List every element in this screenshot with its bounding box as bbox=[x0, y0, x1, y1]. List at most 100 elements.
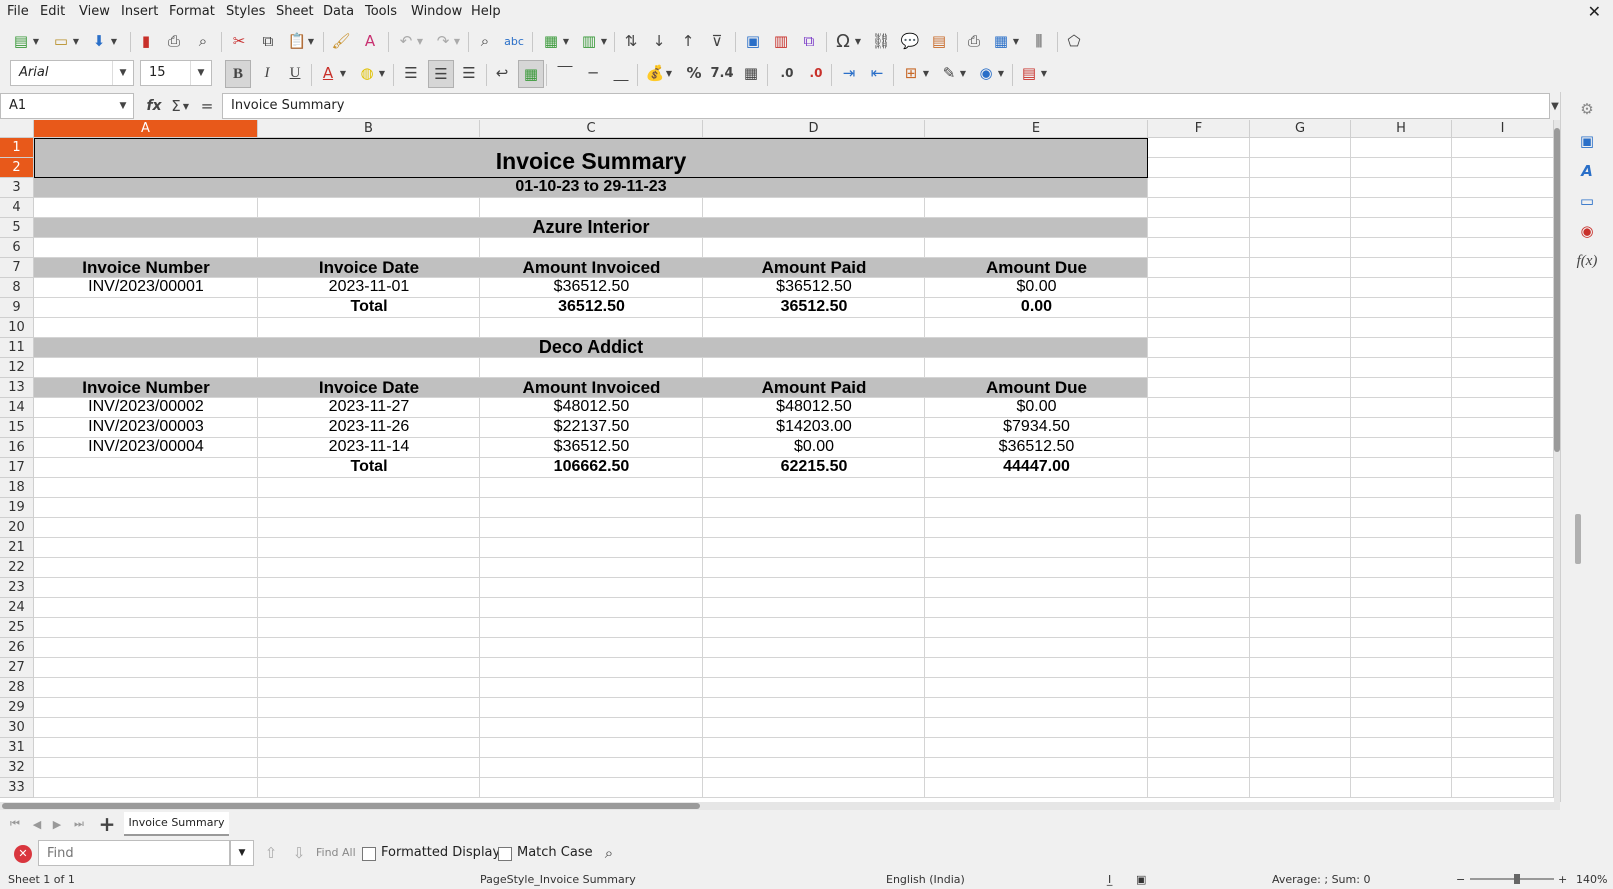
grid-cell[interactable] bbox=[1250, 258, 1351, 278]
grid-cell[interactable] bbox=[703, 498, 925, 518]
grid-cell[interactable] bbox=[258, 618, 480, 638]
grid-cell[interactable] bbox=[1148, 578, 1250, 598]
grid-cell[interactable] bbox=[34, 498, 258, 518]
grid-cell[interactable] bbox=[1148, 418, 1250, 438]
grid-cell[interactable] bbox=[925, 698, 1148, 718]
grid-cell[interactable] bbox=[1148, 618, 1250, 638]
grid-cell[interactable] bbox=[1452, 398, 1554, 418]
grid-cell[interactable] bbox=[1250, 678, 1351, 698]
align-center-icon[interactable]: ☰ bbox=[428, 60, 454, 88]
show-draw-functions-icon[interactable]: ⬠ bbox=[1063, 30, 1085, 52]
column-header-i[interactable]: I bbox=[1452, 120, 1554, 138]
merge-center-icon[interactable]: ▦ bbox=[518, 60, 544, 88]
grid-cell[interactable] bbox=[1148, 218, 1250, 238]
grid-cell[interactable] bbox=[1351, 198, 1452, 218]
grid-cell[interactable] bbox=[1250, 518, 1351, 538]
grid-cell[interactable] bbox=[1250, 298, 1351, 318]
functions-icon[interactable]: f(x) bbox=[1576, 250, 1598, 272]
grid-cell[interactable] bbox=[1250, 578, 1351, 598]
chevron-down-icon[interactable]: ▼ bbox=[112, 61, 133, 85]
grid-cell[interactable] bbox=[1148, 318, 1250, 338]
find-all-button[interactable]: Find All bbox=[316, 846, 356, 859]
grid-cell[interactable] bbox=[1452, 318, 1554, 338]
grid-cell[interactable] bbox=[1452, 498, 1554, 518]
grid-cell[interactable] bbox=[1148, 698, 1250, 718]
grid-cell[interactable] bbox=[34, 778, 258, 798]
grid-cell[interactable] bbox=[1452, 238, 1554, 258]
grid-cell[interactable] bbox=[1148, 378, 1250, 398]
row-header[interactable]: 33 bbox=[0, 778, 34, 798]
grid-cell[interactable] bbox=[480, 738, 703, 758]
grid-cell[interactable] bbox=[258, 598, 480, 618]
grid-cell[interactable] bbox=[703, 758, 925, 778]
save-icon[interactable]: ⬇ bbox=[88, 30, 110, 52]
grid-cell[interactable] bbox=[1148, 538, 1250, 558]
grid-cell[interactable] bbox=[258, 558, 480, 578]
grid-cell[interactable] bbox=[258, 518, 480, 538]
grid-cell[interactable] bbox=[480, 518, 703, 538]
special-character-icon[interactable]: Ω bbox=[832, 30, 854, 52]
grid-cell[interactable] bbox=[258, 698, 480, 718]
find-previous-icon[interactable]: ⇧ bbox=[260, 842, 282, 864]
grid-cell[interactable] bbox=[480, 478, 703, 498]
grid-cell[interactable] bbox=[925, 358, 1148, 378]
grid-cell[interactable] bbox=[1250, 158, 1351, 178]
bold-icon[interactable]: B bbox=[225, 60, 251, 88]
grid-cell[interactable] bbox=[1148, 658, 1250, 678]
grid-cell[interactable] bbox=[1250, 378, 1351, 398]
column-dropdown-icon[interactable]: ▼ bbox=[598, 30, 610, 52]
zoom-slider-handle[interactable] bbox=[1514, 874, 1520, 884]
row-header[interactable]: 20 bbox=[0, 518, 34, 538]
grid-cell[interactable] bbox=[258, 778, 480, 798]
grid-cell[interactable] bbox=[34, 558, 258, 578]
properties-icon[interactable]: ▣ bbox=[1576, 130, 1598, 152]
grid-cell[interactable] bbox=[258, 498, 480, 518]
grid-cell[interactable] bbox=[1148, 278, 1250, 298]
grid-cell[interactable] bbox=[925, 318, 1148, 338]
row-header[interactable]: 7 bbox=[0, 258, 34, 278]
grid-cell[interactable] bbox=[1351, 598, 1452, 618]
grid-cell[interactable] bbox=[925, 478, 1148, 498]
grid-cell[interactable] bbox=[703, 238, 925, 258]
save-dropdown-icon[interactable]: ▼ bbox=[108, 30, 120, 52]
currency-dropdown-icon[interactable]: ▼ bbox=[663, 62, 675, 84]
date-format-icon[interactable]: ▦ bbox=[740, 62, 762, 84]
conditional-format-icon[interactable]: ▤ bbox=[1018, 62, 1040, 84]
grid-cell[interactable] bbox=[1452, 738, 1554, 758]
row-header[interactable]: 32 bbox=[0, 758, 34, 778]
grid-cell[interactable] bbox=[1351, 778, 1452, 798]
grid-cell[interactable] bbox=[1250, 478, 1351, 498]
grid-cell[interactable] bbox=[1148, 178, 1250, 198]
grid-cell[interactable] bbox=[480, 698, 703, 718]
spreadsheet-grid[interactable]: A B C D E F G H I 1 2 3 4 5 6 7 8 9 10 11 12 13 14 15 1… bbox=[0, 120, 1560, 802]
column-header-f[interactable]: F bbox=[1148, 120, 1250, 138]
grid-cell[interactable] bbox=[1148, 518, 1250, 538]
grid-cell[interactable] bbox=[1148, 338, 1250, 358]
grid-cell[interactable] bbox=[34, 678, 258, 698]
grid-cell[interactable] bbox=[1351, 218, 1452, 238]
grid-cell[interactable] bbox=[703, 538, 925, 558]
pivot-table-icon[interactable]: ⧉ bbox=[798, 30, 820, 52]
grid-cell[interactable] bbox=[1250, 398, 1351, 418]
grid-cell[interactable] bbox=[1250, 338, 1351, 358]
grid-cell[interactable] bbox=[1250, 458, 1351, 478]
grid-cell[interactable] bbox=[480, 678, 703, 698]
grid-cell[interactable] bbox=[1250, 418, 1351, 438]
grid-cell[interactable] bbox=[1250, 358, 1351, 378]
grid-cell[interactable] bbox=[1250, 178, 1351, 198]
grid-cell[interactable] bbox=[1148, 158, 1250, 178]
font-size-box[interactable]: 15 ▼ bbox=[140, 60, 212, 86]
grid-cell[interactable] bbox=[1452, 458, 1554, 478]
grid-cell[interactable] bbox=[925, 538, 1148, 558]
new-dropdown-icon[interactable]: ▼ bbox=[30, 30, 42, 52]
grid-cell[interactable] bbox=[1148, 638, 1250, 658]
grid-cell[interactable] bbox=[258, 478, 480, 498]
grid-cell[interactable] bbox=[34, 458, 258, 478]
grid-cell[interactable] bbox=[1250, 618, 1351, 638]
comment-icon[interactable]: 💬 bbox=[899, 30, 921, 52]
menu-sheet[interactable]: Sheet bbox=[276, 4, 314, 19]
border-color-dropdown-icon[interactable]: ▼ bbox=[995, 62, 1007, 84]
grid-cell[interactable] bbox=[1250, 198, 1351, 218]
grid-cell[interactable] bbox=[480, 758, 703, 778]
menu-file[interactable]: File bbox=[7, 4, 29, 19]
